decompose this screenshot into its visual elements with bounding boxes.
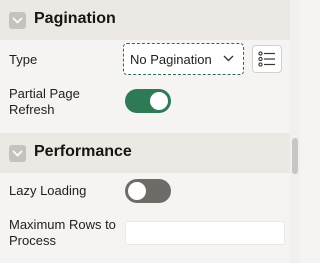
type-select-value: No Pagination [130, 51, 212, 67]
scrollbar-thumb[interactable] [292, 138, 298, 174]
toggle-knob [128, 182, 146, 200]
pagination-section-title: Pagination [34, 10, 116, 27]
partial-refresh-label-line2: Refresh [9, 102, 55, 117]
list-icon [258, 51, 275, 67]
performance-section-title: Performance [34, 143, 132, 160]
chevron-down-icon[interactable] [9, 145, 26, 162]
scrollbar-track[interactable] [290, 0, 300, 263]
max-rows-label-line2: Process [9, 233, 56, 248]
pagination-section-header[interactable]: Pagination [0, 0, 290, 40]
property-editor-panel: Pagination Type No Pagination Partial Pa… [0, 0, 300, 263]
list-of-values-button[interactable] [252, 45, 282, 73]
performance-section-header[interactable]: Performance [0, 133, 290, 173]
type-select[interactable]: No Pagination [123, 43, 244, 75]
toggle-knob [150, 92, 168, 110]
max-rows-input[interactable] [125, 221, 285, 245]
type-label: Type [9, 52, 38, 67]
partial-refresh-toggle[interactable] [125, 89, 171, 113]
chevron-down-icon [223, 55, 234, 62]
chevron-down-icon[interactable] [9, 12, 26, 29]
lazy-loading-toggle[interactable] [125, 179, 171, 203]
lazy-loading-label: Lazy Loading [9, 183, 87, 198]
